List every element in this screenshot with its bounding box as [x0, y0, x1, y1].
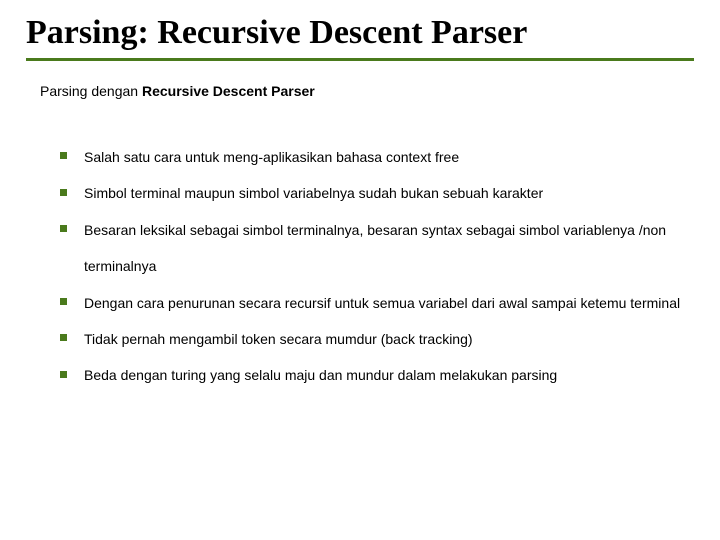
- bullet-text: Tidak pernah mengambil token secara mumd…: [84, 331, 473, 347]
- bullet-text: Salah satu cara untuk meng-aplikasikan b…: [84, 149, 459, 165]
- slide: Parsing: Recursive Descent Parser Parsin…: [0, 0, 720, 540]
- square-bullet-icon: [60, 152, 67, 159]
- list-item: Simbol terminal maupun simbol variabelny…: [60, 175, 694, 211]
- slide-subtitle: Parsing dengan Recursive Descent Parser: [40, 83, 694, 99]
- bullet-list: Salah satu cara untuk meng-aplikasikan b…: [60, 139, 694, 394]
- square-bullet-icon: [60, 371, 67, 378]
- bullet-text: Simbol terminal maupun simbol variabelny…: [84, 185, 543, 201]
- subtitle-prefix: Parsing dengan: [40, 83, 142, 99]
- list-item: Tidak pernah mengambil token secara mumd…: [60, 321, 694, 357]
- list-item: Salah satu cara untuk meng-aplikasikan b…: [60, 139, 694, 175]
- square-bullet-icon: [60, 334, 67, 341]
- list-item: Besaran leksikal sebagai simbol terminal…: [60, 212, 694, 285]
- title-underline: [26, 58, 694, 61]
- bullet-text: Besaran leksikal sebagai simbol terminal…: [84, 222, 666, 274]
- square-bullet-icon: [60, 225, 67, 232]
- bullet-text: Beda dengan turing yang selalu maju dan …: [84, 367, 557, 383]
- list-item: Dengan cara penurunan secara recursif un…: [60, 285, 694, 321]
- subtitle-bold: Recursive Descent Parser: [142, 83, 315, 99]
- list-item: Beda dengan turing yang selalu maju dan …: [60, 357, 694, 393]
- bullet-text: Dengan cara penurunan secara recursif un…: [84, 295, 680, 311]
- slide-title: Parsing: Recursive Descent Parser: [26, 14, 694, 52]
- square-bullet-icon: [60, 189, 67, 196]
- square-bullet-icon: [60, 298, 67, 305]
